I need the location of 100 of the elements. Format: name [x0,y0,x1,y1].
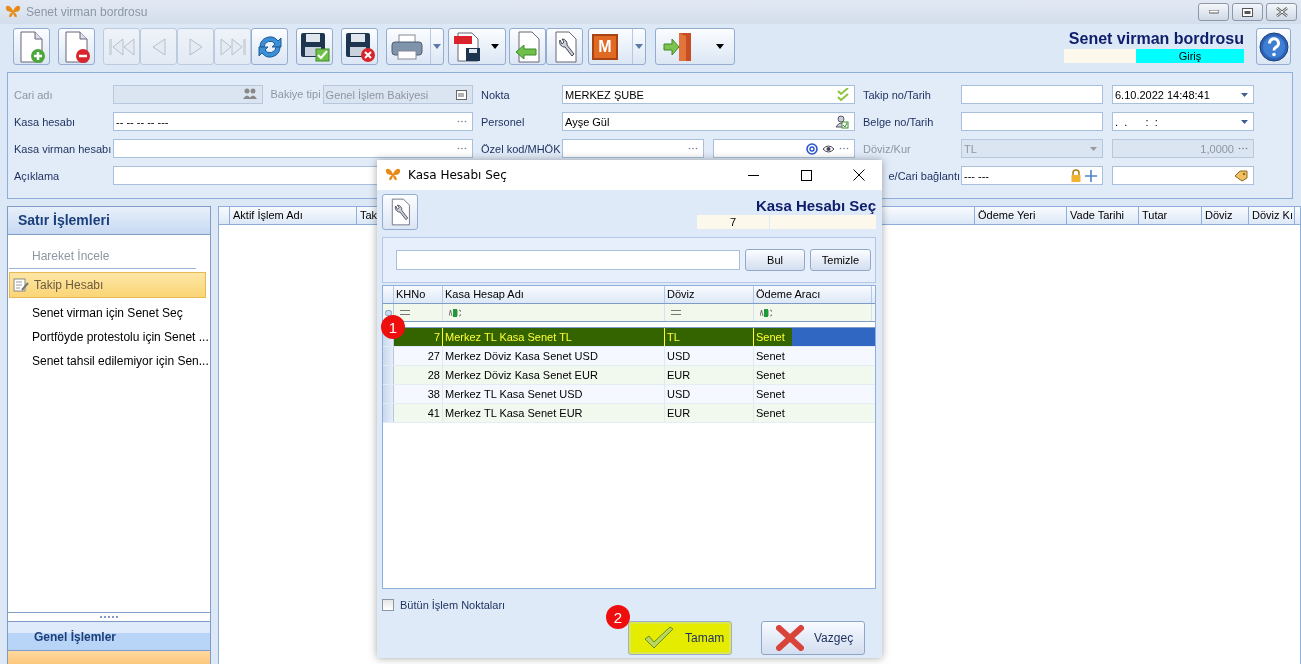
check-icon [643,626,675,650]
butterfly-icon [5,5,21,19]
print-button[interactable] [386,28,444,65]
input-field[interactable] [713,139,855,158]
equals-filter-icon[interactable] [400,310,410,315]
table-cell: Merkez TL Kasa Senet EUR [443,404,665,422]
save-cancel-button[interactable] [341,28,378,65]
contains-filter-icon[interactable] [449,308,461,317]
column-header[interactable]: Vade Tarihi [1067,207,1139,224]
first-record-icon [106,36,137,57]
email-icon [806,142,818,155]
table-row[interactable]: 41 Merkez TL Kasa Senet EUR EUR Senet [383,404,875,423]
exit-button[interactable] [655,28,735,65]
splitter-grip-icon[interactable] [100,615,118,619]
close-icon [1275,7,1288,17]
column-header[interactable]: Döviz [1202,207,1249,224]
user-check-icon[interactable] [835,114,849,129]
sidebar-item[interactable]: Portföyde protestolu için Senet ... [9,325,206,349]
window-title: Senet virman bordrosu [26,5,148,19]
input-field[interactable] [562,139,704,158]
table-cell: USD [665,347,754,365]
table-cell-text: Senet [755,406,786,421]
table-cell: Merkez Döviz Kasa Senet EUR [443,366,665,384]
input-field[interactable]: Ayşe Gül [562,112,855,131]
column-header[interactable]: Kasa Hesap Adı [443,286,665,303]
restore-button[interactable] [1232,3,1263,21]
cross-icon [776,625,804,651]
pdf-button[interactable] [448,28,506,65]
cancel-button[interactable]: Vazgeç [761,621,865,655]
field-label: Belge no/Tarih [863,115,935,128]
column-header[interactable]: KHNo [394,286,443,303]
column-header[interactable]: Ödeme Yeri [975,207,1067,224]
maximize-icon [800,169,812,181]
all-points-checkbox[interactable]: Bütün İşlem Noktaları [382,599,506,611]
table-row[interactable]: 27 Merkez Döviz Kasa Senet USD USD Senet [383,347,875,366]
equals-filter-icon[interactable] [671,310,681,315]
ellipsis-icon[interactable] [457,147,467,150]
delete-button[interactable] [58,28,95,65]
import-button[interactable] [509,28,546,65]
table-cell-text: Senet [755,368,786,383]
sidebar-item[interactable]: Senet virman için Senet Seç [9,301,206,325]
table-cell: EUR [665,366,754,384]
refresh-button[interactable] [251,28,288,65]
status-label: Giriş [1136,49,1244,63]
ellipsis-icon[interactable] [839,147,849,150]
new-button[interactable] [13,28,50,65]
printer-icon [390,32,424,61]
search-panel-button[interactable]: Temizle [810,249,871,271]
ok-button[interactable]: Tamam [628,621,732,655]
next-icon [186,36,205,57]
lock-icon[interactable] [1071,169,1081,182]
dropdown-icon[interactable] [1241,92,1248,97]
field-label: Bakiye tipi [270,87,321,102]
sidebar-header: Satır İşlemleri [8,207,210,235]
input-field[interactable] [1112,166,1254,185]
plus-icon[interactable] [1085,169,1097,182]
sidebar-item[interactable]: Takip Hesabı [9,272,206,298]
close-button[interactable] [1266,3,1297,21]
column-header[interactable]: Döviz [665,286,754,303]
field-label: Nokta [481,88,511,101]
input-field[interactable] [961,85,1103,104]
column-header[interactable]: Ödeme Aracı [754,286,872,303]
minimize-icon [1208,10,1219,14]
table-cell-text: Senet [755,349,786,364]
sidebar-item[interactable]: Senet tahsil edilemiyor için Sen... [9,349,206,373]
column-header[interactable]: Aktif İşlem Adı [230,207,357,224]
settings-button[interactable] [382,194,418,230]
ellipsis-icon[interactable] [457,120,467,123]
date-field[interactable]: 6.10.2022 14:48:41 [1112,85,1254,104]
input-field[interactable] [961,112,1103,131]
input-field[interactable]: MERKEZ ŞUBE [562,85,855,104]
input-field[interactable] [113,139,473,158]
input-field[interactable]: --- --- [961,166,1103,185]
discard-save-icon [343,30,376,63]
code-field: 7 [697,215,769,229]
restore-icon [1242,7,1253,17]
table-cell-text: Senet [755,387,786,402]
sidebar-section-bar[interactable] [8,650,210,664]
dropdown-icon[interactable] [1241,119,1248,124]
sidebar-section-button[interactable]: Genel İşlemler [8,621,210,650]
column-header[interactable]: Tutar [1139,207,1202,224]
contains-filter-icon[interactable] [760,308,772,317]
table-cell: USD [665,385,754,403]
check-icon [837,88,849,101]
tag-icon[interactable] [1234,169,1248,182]
help-button[interactable] [1256,28,1291,65]
save-button[interactable] [296,28,333,65]
input-field[interactable]: -- -- -- -- --- [113,112,473,131]
save-icon [298,30,331,63]
table-row[interactable]: 38 Merkez TL Kasa Senet USD USD Senet [383,385,875,404]
search-panel-button[interactable]: Bul [745,249,805,271]
column-header[interactable]: Döviz Kı [1249,207,1295,224]
status-strip [1064,49,1136,63]
delete-document-icon [62,30,91,63]
table-row[interactable]: 28 Merkez Döviz Kasa Senet EUR EUR Senet [383,366,875,385]
search-field[interactable] [396,250,740,270]
wrench-button[interactable] [546,28,583,65]
ellipsis-icon[interactable] [688,147,698,150]
field-label: Döviz/Kur [863,142,912,155]
date-field[interactable]: . . : : [1112,112,1254,131]
